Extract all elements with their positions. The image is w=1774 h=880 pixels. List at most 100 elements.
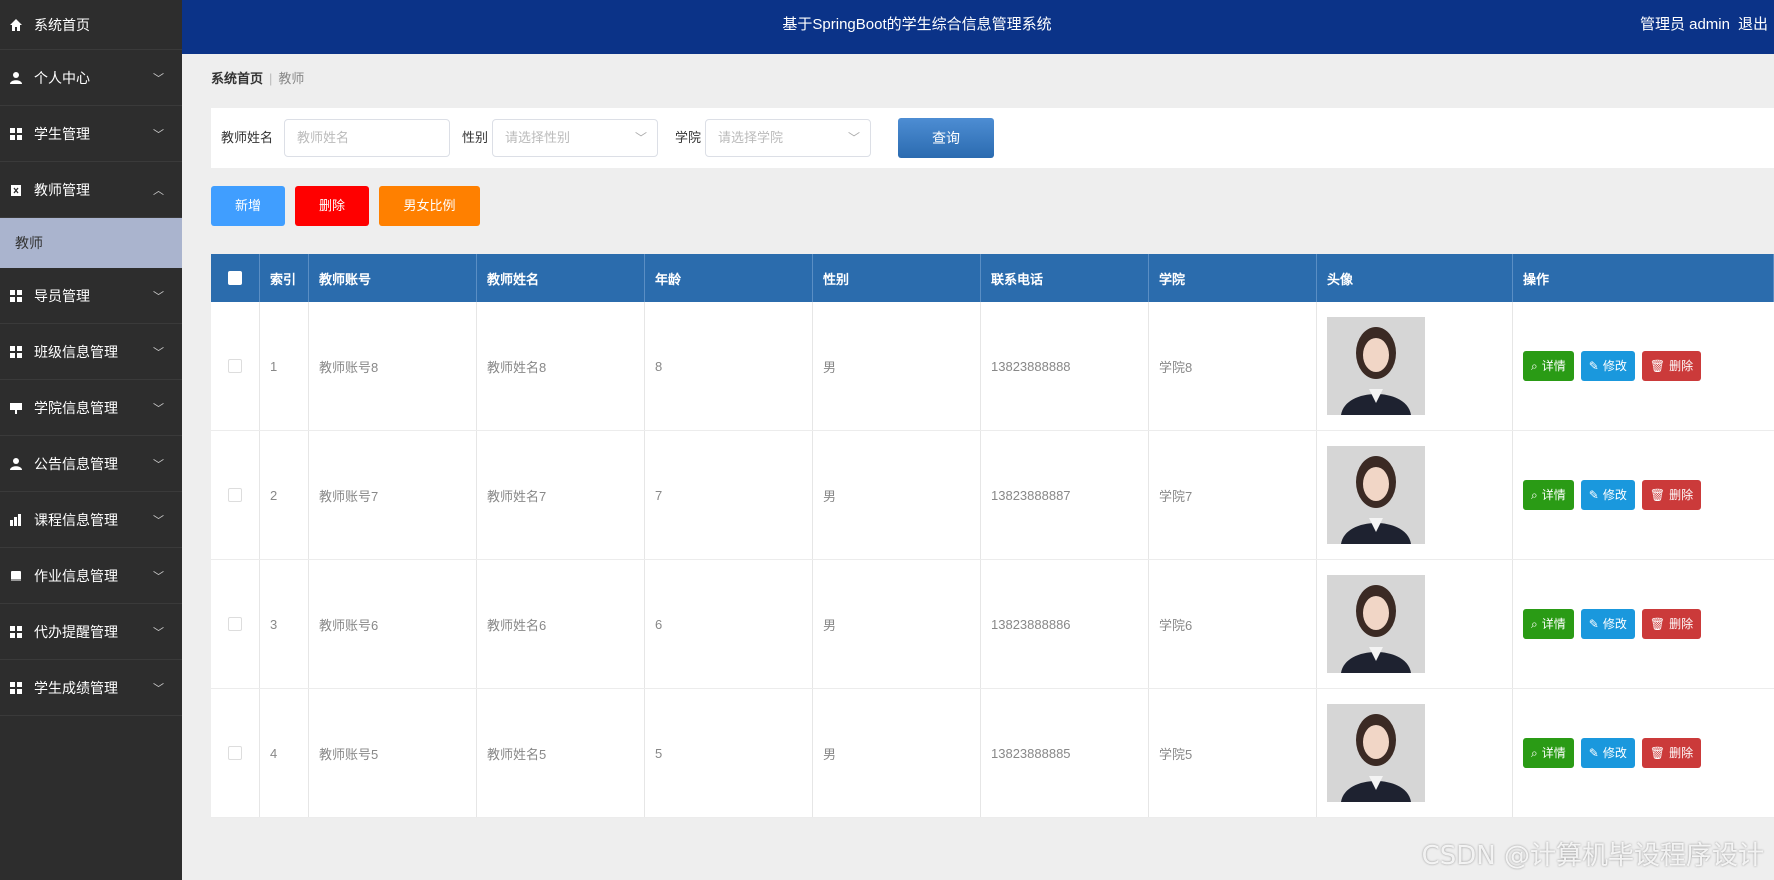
cell-college: 学院8 bbox=[1149, 302, 1317, 430]
header-avatar: 头像 bbox=[1317, 254, 1513, 302]
trash-icon: 🗑 bbox=[1649, 488, 1666, 502]
chevron-down-icon: ﹀ bbox=[153, 128, 164, 141]
cell-name: 教师姓名7 bbox=[477, 431, 645, 559]
search-icon: ⌕ bbox=[1531, 746, 1538, 760]
user-icon bbox=[8, 70, 24, 86]
sidebar-item-students[interactable]: 学生管理 ﹀ bbox=[0, 106, 182, 162]
select-all-cell bbox=[211, 254, 260, 302]
chevron-down-icon: ﹀ bbox=[153, 402, 164, 415]
cell-phone: 13823888887 bbox=[981, 431, 1149, 559]
edit-button[interactable]: ✎ 修改 bbox=[1580, 738, 1635, 768]
table-row: 2 教师账号7 教师姓名7 7 男 13823888887 学院7 ⌕ 详情 ✎… bbox=[211, 431, 1774, 560]
sidebar-item-reminders[interactable]: 代办提醒管理 ﹀ bbox=[0, 604, 182, 660]
cell-index: 2 bbox=[260, 431, 309, 559]
cell-avatar bbox=[1317, 689, 1513, 817]
breadcrumb-current: 教师 bbox=[278, 71, 305, 86]
avatar[interactable] bbox=[1327, 317, 1425, 415]
cell-age: 6 bbox=[645, 560, 813, 688]
sidebar-item-label: 学生成绩管理 bbox=[34, 679, 118, 696]
sidebar-item-teachers[interactable]: 教师管理 ︿ bbox=[0, 162, 182, 218]
cell-operations: ⌕ 详情 ✎ 修改 🗑 删除 bbox=[1513, 431, 1774, 559]
sidebar-item-label: 系统首页 bbox=[34, 16, 90, 33]
detail-button[interactable]: ⌕ 详情 bbox=[1523, 480, 1574, 510]
cell-operations: ⌕ 详情 ✎ 修改 🗑 删除 bbox=[1513, 560, 1774, 688]
detail-button[interactable]: ⌕ 详情 bbox=[1523, 738, 1574, 768]
sidebar-item-label: 导员管理 bbox=[34, 287, 90, 304]
trash-icon: 🗑 bbox=[1649, 359, 1666, 373]
cell-age: 7 bbox=[645, 431, 813, 559]
detail-button[interactable]: ⌕ 详情 bbox=[1523, 609, 1574, 639]
gender-select[interactable]: 请选择性别 ﹀ bbox=[492, 119, 658, 157]
sidebar-item-profile[interactable]: 个人中心 ﹀ bbox=[0, 50, 182, 106]
edit-button[interactable]: ✎ 修改 bbox=[1580, 609, 1635, 639]
table-row: 3 教师账号6 教师姓名6 6 男 13823888886 学院6 ⌕ 详情 ✎… bbox=[211, 560, 1774, 689]
avatar[interactable] bbox=[1327, 575, 1425, 673]
sidebar-item-counselors[interactable]: 导员管理 ﹀ bbox=[0, 268, 182, 324]
chevron-up-icon: ︿ bbox=[153, 184, 164, 197]
user-icon bbox=[8, 456, 24, 472]
detail-button[interactable]: ⌕ 详情 bbox=[1523, 351, 1574, 381]
row-delete-button[interactable]: 🗑 删除 bbox=[1641, 480, 1702, 510]
cell-index: 4 bbox=[260, 689, 309, 817]
search-icon: ⌕ bbox=[1531, 359, 1538, 373]
cell-account: 教师账号7 bbox=[309, 431, 477, 559]
row-delete-button[interactable]: 🗑 删除 bbox=[1641, 738, 1702, 768]
chevron-down-icon: ﹀ bbox=[153, 570, 164, 583]
sidebar-item-label: 代办提醒管理 bbox=[34, 623, 118, 640]
row-checkbox[interactable] bbox=[228, 488, 242, 502]
row-checkbox[interactable] bbox=[228, 746, 242, 760]
sidebar-item-grades[interactable]: 学生成绩管理 ﹀ bbox=[0, 660, 182, 716]
avatar[interactable] bbox=[1327, 704, 1425, 802]
grid-icon bbox=[8, 288, 24, 304]
delete-button[interactable]: 删除 bbox=[295, 186, 369, 226]
sidebar-item-label: 班级信息管理 bbox=[34, 343, 118, 360]
row-checkbox[interactable] bbox=[228, 359, 242, 373]
gender-ratio-button[interactable]: 男女比例 bbox=[379, 186, 480, 226]
sidebar-subitem-teacher[interactable]: 教师 bbox=[0, 218, 182, 268]
row-delete-button[interactable]: 🗑 删除 bbox=[1641, 609, 1702, 639]
logout-link[interactable]: 退出 bbox=[1738, 16, 1768, 33]
sidebar-item-label: 公告信息管理 bbox=[34, 455, 118, 472]
header-index: 索引 bbox=[260, 254, 309, 302]
cell-operations: ⌕ 详情 ✎ 修改 🗑 删除 bbox=[1513, 302, 1774, 430]
sidebar-item-home[interactable]: 系统首页 bbox=[0, 0, 182, 50]
edit-button[interactable]: ✎ 修改 bbox=[1580, 480, 1635, 510]
watermark: CSDN @计算机毕设程序设计 bbox=[1421, 841, 1764, 871]
top-header: 基于SpringBoot的学生综合信息管理系统 管理员 admin 退出 bbox=[182, 0, 1774, 54]
cell-name: 教师姓名8 bbox=[477, 302, 645, 430]
cell-operations: ⌕ 详情 ✎ 修改 🗑 删除 bbox=[1513, 689, 1774, 817]
select-all-checkbox[interactable] bbox=[228, 271, 242, 285]
edit-button[interactable]: ✎ 修改 bbox=[1580, 351, 1635, 381]
row-select-cell bbox=[211, 560, 260, 688]
cell-index: 1 bbox=[260, 302, 309, 430]
cell-index: 3 bbox=[260, 560, 309, 688]
sidebar-item-courses[interactable]: 课程信息管理 ﹀ bbox=[0, 492, 182, 548]
app-title: 基于SpringBoot的学生综合信息管理系统 bbox=[782, 16, 1052, 33]
sidebar-item-label: 学院信息管理 bbox=[34, 399, 118, 416]
chevron-down-icon: ﹀ bbox=[153, 72, 164, 85]
sidebar-item-notices[interactable]: 公告信息管理 ﹀ bbox=[0, 436, 182, 492]
trash-icon: 🗑 bbox=[1649, 617, 1666, 631]
cell-name: 教师姓名6 bbox=[477, 560, 645, 688]
cell-account: 教师账号8 bbox=[309, 302, 477, 430]
clipboard-icon bbox=[8, 182, 24, 198]
trash-icon: 🗑 bbox=[1649, 746, 1666, 760]
avatar[interactable] bbox=[1327, 446, 1425, 544]
sidebar-item-colleges[interactable]: 学院信息管理 ﹀ bbox=[0, 380, 182, 436]
row-checkbox[interactable] bbox=[228, 617, 242, 631]
add-button[interactable]: 新增 bbox=[211, 186, 285, 226]
book-icon bbox=[8, 568, 24, 584]
breadcrumb-home[interactable]: 系统首页 bbox=[211, 71, 263, 86]
cell-avatar bbox=[1317, 302, 1513, 430]
college-select[interactable]: 请选择学院 ﹀ bbox=[705, 119, 871, 157]
query-button[interactable]: 查询 bbox=[898, 118, 994, 158]
grid-icon bbox=[8, 624, 24, 640]
header-name: 教师姓名 bbox=[477, 254, 645, 302]
teacher-name-input[interactable]: 教师姓名 bbox=[284, 119, 450, 157]
row-delete-button[interactable]: 🗑 删除 bbox=[1641, 351, 1702, 381]
cell-gender: 男 bbox=[813, 560, 981, 688]
cell-college: 学院7 bbox=[1149, 431, 1317, 559]
sidebar-item-homework[interactable]: 作业信息管理 ﹀ bbox=[0, 548, 182, 604]
sidebar-item-classes[interactable]: 班级信息管理 ﹀ bbox=[0, 324, 182, 380]
name-label: 教师姓名 bbox=[221, 130, 274, 145]
